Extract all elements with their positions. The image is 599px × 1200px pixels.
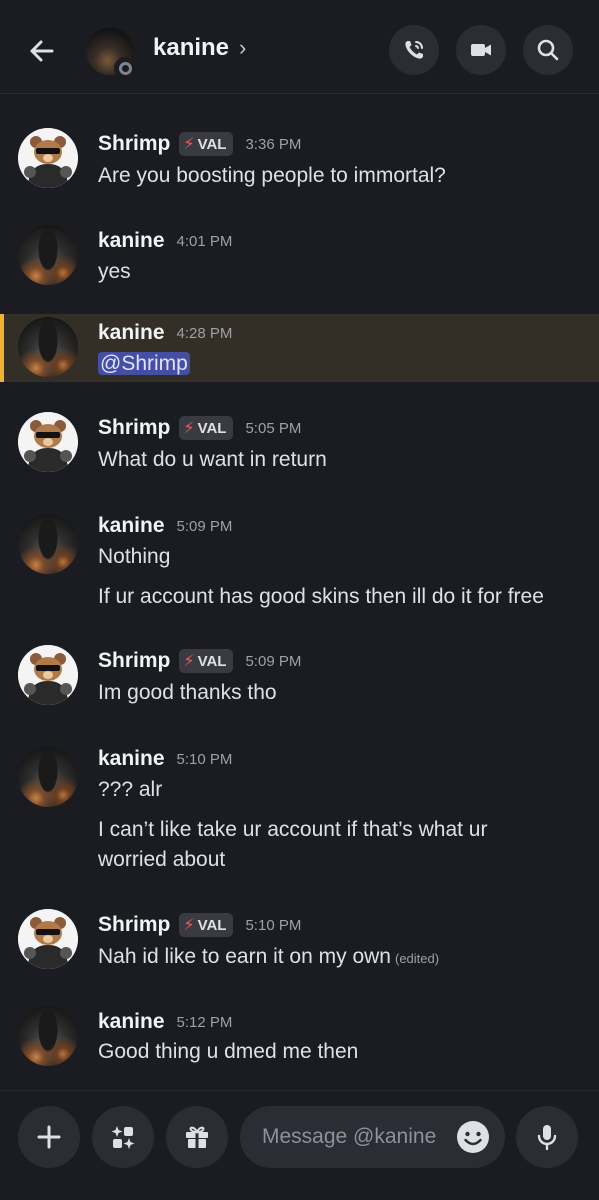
timestamp: 5:09 PM — [176, 517, 233, 535]
message-header: kanine 5:09 PM — [98, 514, 232, 538]
timestamp: 5:12 PM — [176, 1013, 233, 1031]
lightning-bolt-icon: ⚡ — [183, 917, 195, 934]
message-text: ??? alr — [98, 778, 163, 801]
bear-avatar-icon — [18, 645, 78, 705]
username[interactable]: kanine — [98, 1010, 165, 1034]
timestamp: 4:28 PM — [176, 324, 233, 342]
message-group[interactable]: Shrimp ⚡ VAL 5:09 PM Im good thanks tho — [0, 637, 599, 717]
server-tag-badge[interactable]: ⚡ VAL — [179, 416, 234, 440]
avatar[interactable] — [18, 645, 78, 705]
lightning-bolt-icon: ⚡ — [183, 653, 195, 670]
gift-icon — [186, 1126, 208, 1148]
attach-button[interactable] — [18, 1106, 80, 1168]
dm-recipient-name[interactable]: kanine › — [153, 34, 246, 62]
message-header: Shrimp ⚡ VAL 5:09 PM — [98, 649, 301, 673]
timestamp: 4:01 PM — [176, 232, 233, 250]
timestamp: 5:10 PM — [176, 750, 233, 768]
message-group[interactable]: kanine 5:12 PM Good thing u dmed me then — [0, 996, 599, 1076]
microphone-icon — [537, 1125, 557, 1151]
video-call-button[interactable] — [456, 25, 506, 75]
username[interactable]: kanine — [98, 321, 165, 345]
timestamp: 3:36 PM — [245, 135, 302, 153]
search-icon — [537, 39, 559, 61]
message-header: kanine 5:12 PM — [98, 1010, 232, 1034]
video-camera-icon — [471, 44, 491, 56]
message-header: Shrimp ⚡ VAL 5:05 PM — [98, 416, 301, 440]
message-text: If ur account has good skins then ill do… — [98, 585, 544, 608]
lightning-bolt-icon: ⚡ — [183, 136, 195, 153]
username[interactable]: kanine — [98, 514, 165, 538]
username[interactable]: kanine — [98, 747, 165, 771]
offline-status-icon — [114, 57, 136, 79]
bear-avatar-icon — [18, 412, 78, 472]
message-text: yes — [98, 260, 131, 283]
timestamp: 5:10 PM — [245, 916, 302, 934]
message-group[interactable]: Shrimp ⚡ VAL 3:36 PM Are you boosting peo… — [0, 120, 599, 200]
user-mention[interactable]: @Shrimp — [98, 352, 190, 375]
username[interactable]: Shrimp — [98, 913, 170, 937]
username[interactable]: Shrimp — [98, 132, 170, 156]
message-text: Im good thanks tho — [98, 681, 277, 704]
message-text: Good thing u dmed me then — [98, 1040, 359, 1063]
message-group[interactable]: Shrimp ⚡ VAL 5:10 PM Nah id like to earn … — [0, 901, 599, 981]
server-tag-badge[interactable]: ⚡ VAL — [179, 913, 234, 937]
message-text: @Shrimp — [98, 349, 190, 379]
gift-button[interactable] — [166, 1106, 228, 1168]
back-button[interactable] — [22, 31, 62, 71]
message-header: Shrimp ⚡ VAL 5:10 PM — [98, 913, 301, 937]
message-group[interactable]: kanine 5:09 PM Nothing If ur account has… — [0, 500, 599, 620]
message-text: I can’t like take ur account if that’s w… — [98, 818, 488, 841]
avatar[interactable] — [18, 317, 78, 377]
message-text: What do u want in return — [98, 448, 327, 471]
timestamp: 5:05 PM — [245, 419, 302, 437]
message-text: Are you boosting people to immortal? — [98, 164, 446, 187]
avatar[interactable] — [18, 128, 78, 188]
timestamp: 5:09 PM — [245, 652, 302, 670]
voice-call-button[interactable] — [389, 25, 439, 75]
chevron-right-icon: › — [239, 35, 247, 60]
message-text: Nothing — [98, 545, 171, 568]
avatar[interactable] — [18, 747, 78, 807]
emoji-icon[interactable] — [456, 1120, 490, 1154]
message-group-mentioned[interactable]: kanine 4:28 PM @Shrimp — [0, 314, 599, 382]
plus-icon — [37, 1125, 61, 1149]
message-text: worried about — [98, 848, 226, 871]
message-group[interactable]: Shrimp ⚡ VAL 5:05 PM What do u want in re… — [0, 404, 599, 484]
bear-avatar-icon — [18, 128, 78, 188]
phone-call-icon — [405, 41, 423, 59]
apps-button[interactable] — [92, 1106, 154, 1168]
search-button[interactable] — [523, 25, 573, 75]
avatar[interactable] — [18, 909, 78, 969]
message-input[interactable] — [262, 1106, 452, 1168]
back-arrow-icon — [30, 40, 54, 62]
message-input-wrapper — [240, 1106, 505, 1168]
avatar[interactable] — [18, 412, 78, 472]
bear-avatar-icon — [18, 909, 78, 969]
chat-header: kanine › — [0, 0, 599, 94]
lightning-bolt-icon: ⚡ — [183, 420, 195, 437]
message-header: kanine 4:28 PM — [98, 321, 232, 345]
composer-bar — [0, 1090, 599, 1200]
avatar[interactable] — [18, 1006, 78, 1066]
message-header: Shrimp ⚡ VAL 3:36 PM — [98, 132, 301, 156]
server-tag-badge[interactable]: ⚡ VAL — [179, 132, 234, 156]
voice-message-button[interactable] — [516, 1106, 578, 1168]
message-header: kanine 4:01 PM — [98, 229, 232, 253]
message-text: Nah id like to earn it on my own (edited) — [98, 945, 440, 968]
server-tag-badge[interactable]: ⚡ VAL — [179, 649, 234, 673]
avatar[interactable] — [18, 514, 78, 574]
apps-icon — [111, 1126, 135, 1149]
message-group[interactable]: kanine 5:10 PM ??? alr I can’t like take… — [0, 733, 599, 883]
username[interactable]: Shrimp — [98, 416, 170, 440]
message-group[interactable]: kanine 4:01 PM yes — [0, 215, 599, 295]
edited-label: (edited) — [394, 951, 440, 966]
username[interactable]: Shrimp — [98, 649, 170, 673]
message-header: kanine 5:10 PM — [98, 747, 232, 771]
username[interactable]: kanine — [98, 229, 165, 253]
avatar[interactable] — [18, 225, 78, 285]
